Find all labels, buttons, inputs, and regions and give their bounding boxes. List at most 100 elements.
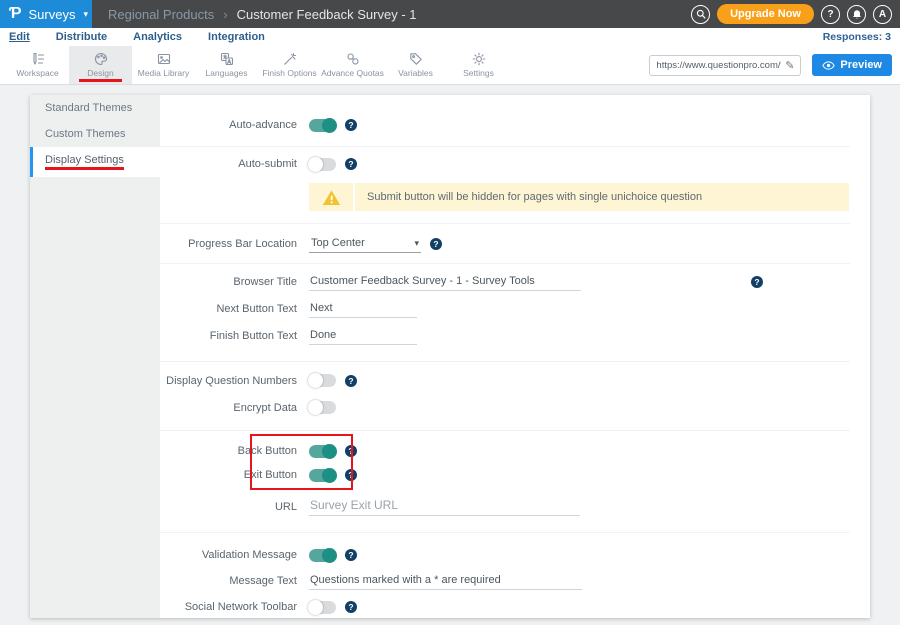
nav-item-integration[interactable]: Integration <box>208 31 265 43</box>
questionpro-logo-icon: Ƥ <box>9 6 22 22</box>
translate-icon <box>220 52 234 66</box>
button-text-group: Browser Title ? Next Button Text Finish … <box>160 264 850 362</box>
surveys-menu[interactable]: Ƥ Surveys ▾ <box>0 0 92 28</box>
progress-bar-location-value: Top Center <box>311 237 365 249</box>
help-icon[interactable]: ? <box>345 469 357 481</box>
eye-icon <box>822 61 835 70</box>
help-icon[interactable]: ? <box>345 119 357 131</box>
browser-title-label: Browser Title <box>160 276 297 288</box>
display-settings-content: Auto-advance ? Auto-submit ? <box>160 95 870 618</box>
toolbar-tab-media-library[interactable]: Media Library <box>132 46 195 84</box>
help-icon[interactable]: ? <box>345 375 357 387</box>
page-body: Standard Themes Custom Themes Display Se… <box>0 85 900 618</box>
toolbar-tab-advance-quotas[interactable]: Advance Quotas <box>321 46 384 84</box>
nav-item-edit[interactable]: Edit <box>9 31 30 43</box>
image-icon <box>157 52 171 66</box>
progress-bar-location-select[interactable]: Top Center ▾ <box>309 235 421 253</box>
progress-bar-group: Progress Bar Location Top Center ▾ ? <box>160 224 850 264</box>
message-text-input[interactable] <box>309 572 582 590</box>
auto-advance-group: Auto-advance ? <box>160 95 850 147</box>
survey-url-field[interactable]: ✎ <box>649 55 801 76</box>
toolbar-tab-label: Workspace <box>16 68 58 78</box>
survey-url-input[interactable] <box>656 60 781 71</box>
chevron-down-icon: ▾ <box>414 238 419 249</box>
social-network-toolbar-toggle[interactable] <box>309 601 336 614</box>
browser-title-row: Browser Title ? <box>160 268 850 295</box>
design-toolbar: Workspace Design Media Library Languages… <box>0 46 900 85</box>
toolbar-tab-variables[interactable]: Variables <box>384 46 447 84</box>
toolbar-tab-label: Variables <box>398 68 433 78</box>
breadcrumb-separator: › <box>223 7 227 22</box>
auto-submit-group: Auto-submit ? Submit <box>160 147 850 224</box>
help-icon[interactable]: ? <box>430 238 442 250</box>
nav-item-analytics[interactable]: Analytics <box>133 31 182 43</box>
breadcrumb-parent[interactable]: Regional Products <box>108 7 214 22</box>
display-settings-card: Standard Themes Custom Themes Display Se… <box>30 95 870 618</box>
browser-title-input[interactable] <box>309 273 581 291</box>
toolbar-tab-workspace[interactable]: Workspace <box>6 46 69 84</box>
main-nav: Edit Distribute Analytics Integration Re… <box>0 28 900 46</box>
toolbar-tab-design[interactable]: Design <box>69 46 132 84</box>
red-underline-annotation <box>45 167 124 170</box>
back-button-row: Back Button ? <box>160 439 850 463</box>
validation-message-toggle[interactable] <box>309 549 336 562</box>
responses-count[interactable]: Responses: 3 <box>823 31 891 43</box>
toolbar-tab-settings[interactable]: Settings <box>447 46 510 84</box>
back-button-label: Back Button <box>160 445 297 457</box>
next-button-text-input[interactable] <box>309 300 417 318</box>
top-bar: Ƥ Surveys ▾ Regional Products › Customer… <box>0 0 900 28</box>
back-exit-wrap: Back Button ? Exit Button ? <box>160 433 850 491</box>
chain-links-icon <box>346 52 360 66</box>
preview-button[interactable]: Preview <box>812 54 892 76</box>
next-button-text-row: Next Button Text <box>160 295 850 322</box>
upgrade-now-button[interactable]: Upgrade Now <box>717 4 814 24</box>
display-question-numbers-toggle[interactable] <box>309 374 336 387</box>
toolbar-tab-label: Settings <box>463 68 494 78</box>
notifications-button[interactable] <box>847 5 866 24</box>
help-icon[interactable]: ? <box>345 601 357 613</box>
validation-message-label: Validation Message <box>160 549 297 561</box>
account-avatar[interactable]: A <box>873 5 892 24</box>
warning-text: Submit button will be hidden for pages w… <box>355 191 702 203</box>
exit-button-toggle[interactable] <box>309 469 336 482</box>
finish-button-text-input[interactable] <box>309 327 417 345</box>
topbar-actions: Upgrade Now ? A <box>691 0 900 28</box>
display-question-numbers-label: Display Question Numbers <box>160 375 297 387</box>
exit-button-row: Exit Button ? <box>160 463 850 487</box>
sidebar-item-display-settings[interactable]: Display Settings <box>30 147 160 177</box>
auto-advance-toggle[interactable] <box>309 119 336 132</box>
back-button-toggle[interactable] <box>309 445 336 458</box>
chevron-down-icon: ▾ <box>83 9 88 20</box>
display-question-numbers-row: Display Question Numbers ? <box>160 367 850 394</box>
sidebar-item-custom-themes[interactable]: Custom Themes <box>30 121 160 147</box>
exit-url-row: URL <box>160 494 850 520</box>
social-network-toolbar-row: Social Network Toolbar ? <box>160 594 850 618</box>
help-icon[interactable]: ? <box>345 549 357 561</box>
social-network-toolbar-label: Social Network Toolbar <box>160 601 297 613</box>
warning-banner: Submit button will be hidden for pages w… <box>309 183 849 211</box>
help-button[interactable]: ? <box>821 5 840 24</box>
toolbar-tab-finish-options[interactable]: Finish Options <box>258 46 321 84</box>
message-text-row: Message Text <box>160 568 850 594</box>
toolbar-tab-label: Media Library <box>138 68 190 78</box>
encrypt-data-label: Encrypt Data <box>160 402 297 414</box>
magic-wand-icon <box>283 52 297 66</box>
sidebar-item-standard-themes[interactable]: Standard Themes <box>30 95 160 121</box>
help-icon[interactable]: ? <box>345 158 357 170</box>
encrypt-data-toggle[interactable] <box>309 401 336 414</box>
help-icon[interactable]: ? <box>751 276 763 288</box>
survey-exit-url-input[interactable] <box>309 498 580 516</box>
palette-icon <box>94 52 108 66</box>
auto-advance-label: Auto-advance <box>160 119 297 131</box>
toolbar-tab-languages[interactable]: Languages <box>195 46 258 84</box>
breadcrumb: Regional Products › Customer Feedback Su… <box>92 0 416 28</box>
search-button[interactable] <box>691 5 710 24</box>
themes-sidebar: Standard Themes Custom Themes Display Se… <box>30 95 160 618</box>
sidebar-item-label: Custom Themes <box>45 128 126 140</box>
auto-submit-toggle[interactable] <box>309 158 336 171</box>
edit-url-pencil-icon[interactable]: ✎ <box>785 59 794 72</box>
help-icon[interactable]: ? <box>345 445 357 457</box>
exit-button-label: Exit Button <box>160 469 297 481</box>
nav-item-distribute[interactable]: Distribute <box>56 31 107 43</box>
auto-advance-row: Auto-advance ? <box>160 112 850 138</box>
